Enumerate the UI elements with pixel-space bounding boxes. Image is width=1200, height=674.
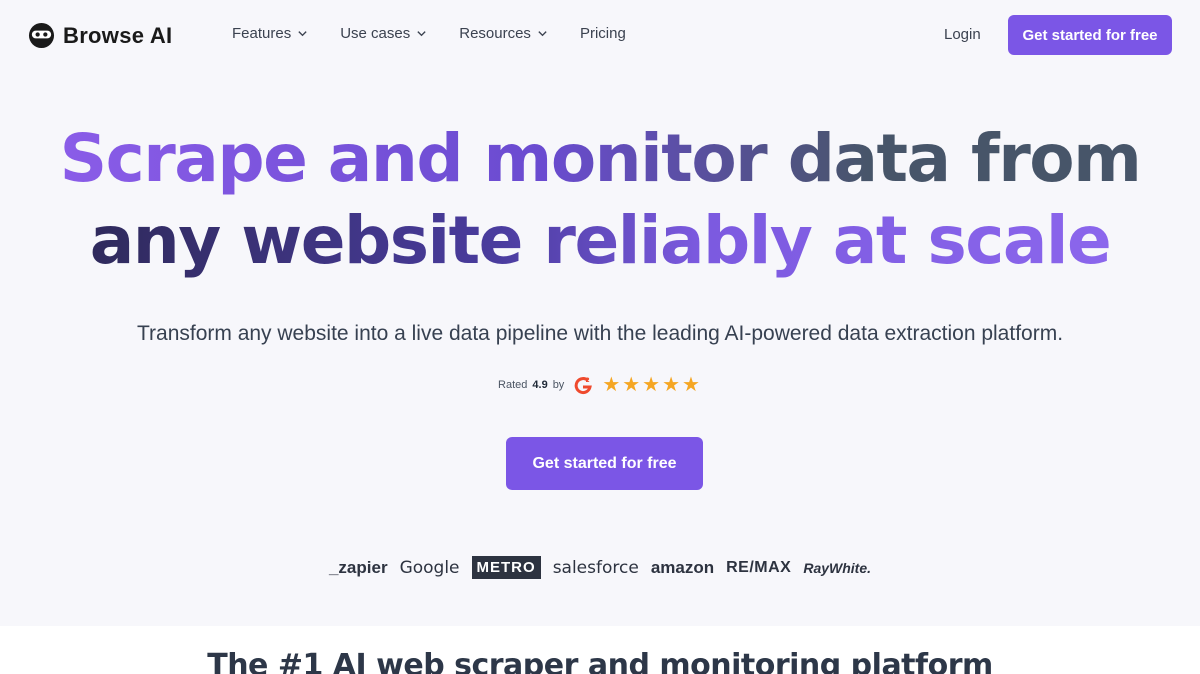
hero-title-line-1: Scrape and monitor data from [59,120,1142,197]
hero-subtitle: Transform any website into a live data p… [136,322,1064,345]
features-section-title: The #1 AI web scraper and monitoring pla… [207,648,993,674]
google-logo: Google [399,557,460,578]
rating-value: 4.9 [532,378,548,391]
menu-features[interactable]: Features [232,25,308,42]
remax-logo: RE/MAX [726,558,792,576]
star-rating-icons: ★★★★★ [602,374,702,396]
menu-use-cases-label: Use cases [340,25,411,42]
chevron-down-icon [298,31,307,37]
rating-row: Rated 4.9 by 2 ★★★★★ [0,372,1200,397]
chevron-down-icon [538,31,547,37]
menu-use-cases[interactable]: Use cases [340,25,427,42]
main-menu: Features Use cases Resources Pricing [232,25,658,42]
rating-by: by [552,378,565,391]
menu-pricing[interactable]: Pricing [580,25,626,42]
login-link[interactable]: Login [944,26,981,43]
brand-name: Browse AI [63,22,173,48]
chevron-down-icon [417,31,426,37]
robot-logo-icon [28,22,55,49]
hero-title-line-2: any website reliably at scale [89,202,1112,279]
menu-resources-label: Resources [459,25,531,42]
get-started-nav-button[interactable]: Get started for free [1008,15,1172,55]
rating-prefix: Rated [498,378,528,391]
menu-pricing-label: Pricing [579,25,626,42]
raywhite-logo: RayWhite. [803,559,872,576]
amazon-logo: amazon [650,557,715,577]
metro-logo: METRO [471,556,541,579]
svg-text:2: 2 [586,377,590,384]
brand-logo[interactable]: Browse AI [28,22,172,49]
zapier-logo: _zapier [328,557,388,577]
g2-logo-icon: 2 [575,377,593,394]
get-started-hero-button[interactable]: Get started for free [506,437,703,490]
menu-features-label: Features [232,25,292,42]
salesforce-logo: salesforce [552,557,639,578]
top-navigation: Browse AI Features Use cases Resources P… [0,0,1200,70]
hero-title: Scrape and monitor data from any website… [0,118,1200,282]
menu-resources[interactable]: Resources [459,25,548,42]
customer-logos: _zapier Google METRO salesforce amazon R… [0,556,1200,579]
